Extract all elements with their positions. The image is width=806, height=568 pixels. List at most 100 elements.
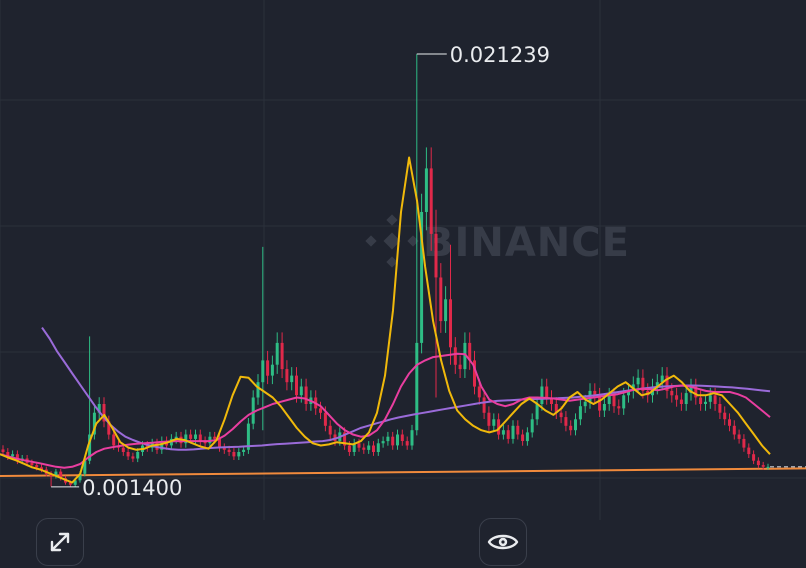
candle-body-108 — [521, 434, 525, 441]
candle-body-90 — [434, 233, 438, 278]
candle-body-88 — [424, 168, 428, 212]
candle-body-109 — [525, 432, 529, 442]
candle-body-63 — [304, 386, 308, 404]
candle-body-77 — [372, 445, 375, 452]
candle-body-89 — [429, 168, 433, 234]
candle-body-80 — [386, 436, 390, 442]
candle-body-99 — [477, 386, 481, 398]
candle-body-44 — [213, 436, 217, 439]
ma-short-line — [0, 156, 771, 484]
candle-body-127 — [612, 395, 616, 407]
candle-body-41 — [198, 434, 202, 441]
candle-body-125 — [602, 404, 606, 411]
candle-body-62 — [299, 386, 303, 396]
candle-body-100 — [482, 397, 486, 413]
candle-body-101 — [487, 412, 491, 426]
candle-body-107 — [516, 425, 520, 435]
binance-logo-icon — [365, 214, 419, 268]
candle-body-152 — [732, 425, 736, 435]
candle-body-60 — [290, 375, 294, 383]
candle-body-23 — [112, 434, 116, 446]
candle-body-159 — [766, 466, 770, 468]
candle-body-47 — [227, 449, 231, 452]
candle-body-157 — [756, 460, 760, 466]
candle-body-84 — [405, 441, 409, 446]
candle-body-59 — [285, 369, 289, 383]
candle-body-66 — [319, 408, 322, 413]
candle-body-94 — [453, 347, 457, 365]
candle-body-112 — [540, 386, 544, 404]
candle-body-106 — [511, 425, 515, 439]
candle-body-102 — [492, 419, 496, 426]
candle-body-82 — [396, 434, 399, 446]
candle-body-146 — [704, 401, 707, 404]
candle-body-150 — [723, 412, 727, 420]
candle-body-0 — [1, 449, 5, 452]
expand-chart-button[interactable] — [36, 518, 84, 566]
support-line — [0, 467, 806, 477]
candle-body-2 — [11, 454, 15, 457]
candle-body-91 — [439, 277, 443, 322]
candle-body-140 — [675, 395, 679, 400]
candle-body-142 — [684, 393, 688, 404]
moving-averages — [0, 156, 771, 484]
candle-body-145 — [699, 397, 703, 404]
candle-body-39 — [189, 434, 193, 439]
support-trendline — [0, 467, 806, 477]
low-price-label: 0.001400 — [82, 476, 182, 500]
candle-body-154 — [742, 438, 746, 448]
candle-body-155 — [747, 447, 751, 455]
candle-body-28 — [136, 452, 140, 459]
candle-body-147 — [708, 395, 712, 402]
candle-body-128 — [617, 406, 621, 409]
candle-body-25 — [121, 447, 125, 452]
candle-body-52 — [251, 397, 255, 424]
candle-body-54 — [261, 360, 265, 383]
expand-arrows-icon — [50, 532, 70, 552]
candle-body-78 — [376, 443, 380, 452]
candle-body-56 — [270, 364, 274, 376]
candle-body-76 — [367, 445, 371, 450]
candle-body-83 — [400, 434, 404, 441]
candle-body-95 — [458, 364, 462, 370]
candle-body-86 — [415, 342, 419, 431]
candle-body-120 — [578, 406, 582, 420]
candle-body-132 — [636, 377, 640, 385]
candle-body-111 — [535, 404, 539, 420]
candle-body-156 — [752, 454, 756, 461]
candle-body-40 — [194, 434, 197, 439]
candle-body-149 — [718, 404, 722, 413]
chart-stage: BINANCE 0.021239 0.001400 — [0, 0, 806, 568]
candle-body-113 — [545, 386, 549, 398]
candle-body-45 — [218, 438, 221, 448]
candle-body-153 — [737, 434, 741, 439]
candle-body-26 — [126, 452, 130, 457]
candle-body-129 — [622, 395, 626, 409]
candle-body-148 — [713, 395, 717, 404]
candle-body-104 — [501, 430, 505, 435]
candle-body-67 — [323, 412, 327, 426]
price-chart[interactable]: BINANCE 0.021239 0.001400 — [0, 0, 806, 568]
candle-body-93 — [449, 299, 452, 348]
candle-body-74 — [357, 443, 361, 448]
candle-body-53 — [256, 382, 260, 398]
candle-body-110 — [530, 419, 534, 433]
candle-body-50 — [242, 449, 246, 452]
candle-body-27 — [131, 456, 135, 459]
candle-body-57 — [275, 342, 279, 365]
candle-body-141 — [679, 399, 683, 404]
watermark-brand-text: BINANCE — [423, 220, 630, 266]
candle-body-58 — [280, 342, 284, 370]
candle-body-158 — [761, 465, 765, 467]
candle-body-92 — [444, 299, 448, 322]
eye-icon — [487, 534, 519, 550]
brand-watermark: BINANCE — [365, 214, 630, 268]
candle-body-116 — [559, 412, 563, 418]
candle-body-68 — [328, 425, 332, 435]
toggle-visibility-button[interactable] — [479, 518, 527, 566]
candle-body-118 — [569, 425, 573, 431]
candle-body-6 — [30, 462, 34, 466]
candle-body-7 — [35, 465, 39, 468]
candle-body-119 — [574, 419, 577, 431]
candle-body-139 — [670, 390, 674, 396]
